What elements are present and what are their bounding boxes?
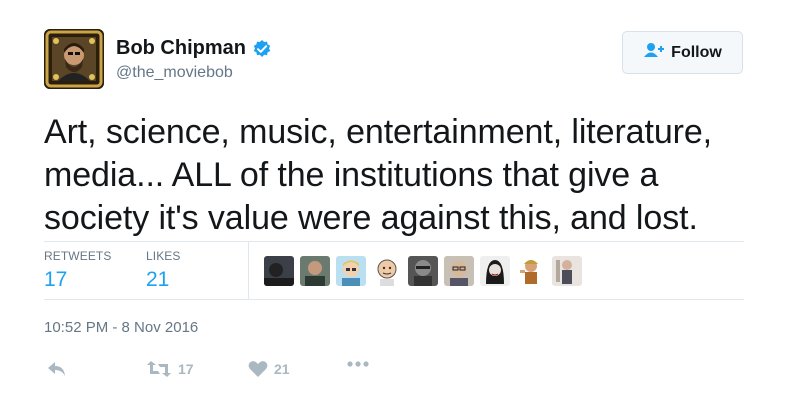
add-user-icon (643, 42, 665, 63)
divider (44, 299, 744, 300)
tweet-text: Art, science, music, entertainment, lite… (44, 113, 713, 237)
verified-badge-icon (252, 39, 272, 59)
retweet-count: 17 (178, 361, 194, 377)
liker-avatar[interactable] (408, 256, 438, 286)
liker-avatar[interactable] (300, 256, 330, 286)
likes-label: LIKES (146, 249, 181, 263)
follow-button-label: Follow (671, 43, 722, 61)
liker-avatar[interactable] (444, 256, 474, 286)
liker-avatar[interactable] (336, 256, 366, 286)
retweets-stat[interactable]: RETWEETS 17 (44, 249, 111, 292)
likers-avatar-list (264, 256, 582, 286)
tweet-timestamp[interactable]: 10:52 PM - 8 Nov 2016 (44, 319, 198, 336)
follow-button[interactable]: Follow (622, 31, 743, 74)
retweet-button[interactable]: 17 (146, 360, 194, 378)
heart-icon (248, 360, 268, 378)
likes-stat[interactable]: LIKES 21 (146, 249, 181, 292)
likes-count: 21 (146, 268, 170, 291)
liker-avatar[interactable] (264, 256, 294, 286)
liker-avatar[interactable] (552, 256, 582, 286)
liker-avatar[interactable] (480, 256, 510, 286)
retweets-label: RETWEETS (44, 249, 112, 263)
retweet-icon (146, 360, 172, 378)
retweets-count: 17 (44, 268, 68, 291)
author-name-row[interactable]: Bob Chipman (116, 37, 272, 60)
divider (248, 241, 249, 300)
divider (44, 241, 744, 242)
liker-avatar[interactable] (372, 256, 402, 286)
like-count: 21 (274, 361, 290, 377)
more-button[interactable] (346, 360, 370, 368)
like-button[interactable]: 21 (248, 360, 290, 378)
reply-icon (46, 360, 68, 378)
author-handle[interactable]: @the_moviebob (116, 64, 233, 82)
liker-avatar[interactable] (516, 256, 546, 286)
author-display-name[interactable]: Bob Chipman (116, 37, 246, 60)
more-icon (346, 360, 370, 368)
author-avatar[interactable] (44, 29, 104, 89)
reply-button[interactable] (46, 360, 68, 378)
